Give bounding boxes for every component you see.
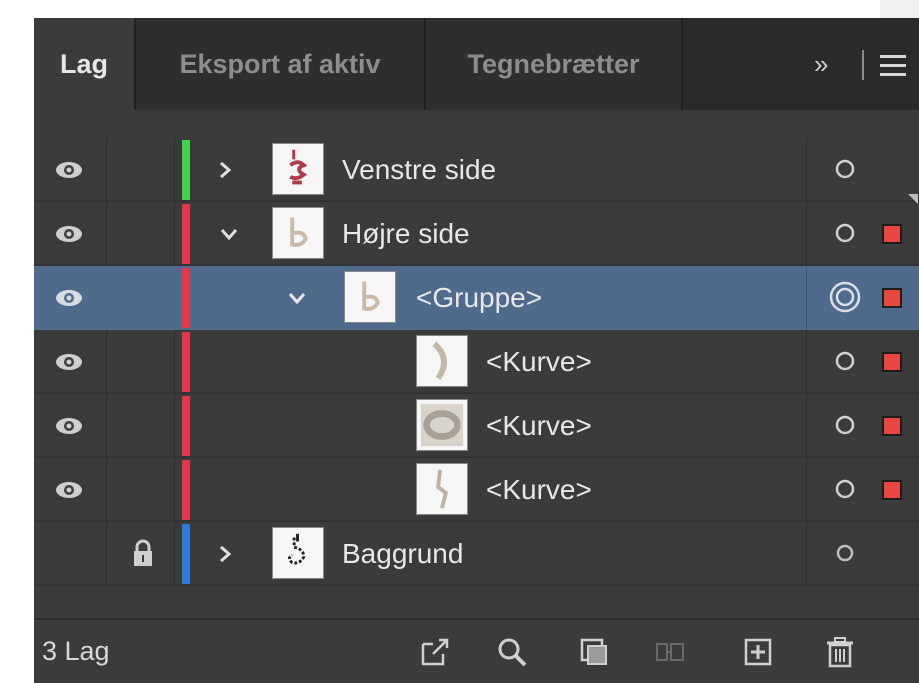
target-circle-icon[interactable]	[834, 478, 856, 500]
tab-bar: Lag Eksport af aktiv Tegnebrætter »	[34, 18, 919, 110]
target-selected-icon[interactable]	[828, 280, 862, 314]
layer-thumbnail	[272, 527, 324, 579]
window-top-edge	[0, 0, 919, 18]
layer-thumbnail	[416, 463, 468, 515]
arc-thumbnail	[432, 341, 447, 380]
layer-thumbnail	[416, 399, 468, 451]
chevron-right-icon[interactable]	[214, 159, 236, 181]
overflow-tabs-button[interactable]: »	[814, 18, 828, 110]
ring-thumbnail	[420, 403, 464, 447]
layer-row[interactable]: <Kurve>	[34, 330, 919, 394]
double-chevron-icon: »	[814, 48, 829, 79]
clipping-mask-icon[interactable]	[578, 636, 610, 668]
layer-color-bar	[182, 460, 190, 520]
visibility-eye-icon[interactable]	[54, 220, 84, 248]
layer-color-bar	[182, 524, 190, 584]
layer-row-selected[interactable]: <Gruppe>	[34, 266, 919, 330]
chevron-right-icon[interactable]	[214, 543, 236, 565]
layer-thumbnail	[272, 207, 324, 259]
red-glyph-thumbnail	[289, 149, 308, 185]
tab-eksport-af-aktiv[interactable]: Eksport af aktiv	[136, 18, 424, 110]
window-top-right-edge	[880, 0, 919, 18]
layer-name[interactable]: Venstre side	[342, 138, 496, 202]
target-circle-icon[interactable]	[834, 350, 856, 372]
tab-tegnebraetter[interactable]: Tegnebrætter	[426, 18, 681, 110]
selection-indicator[interactable]	[882, 288, 902, 308]
layer-name[interactable]: <Gruppe>	[416, 266, 542, 330]
stroke-thumbnail	[436, 469, 449, 509]
hamburger-menu-icon	[880, 55, 906, 76]
selection-indicator[interactable]	[882, 416, 902, 436]
layers-panel: Lag Eksport af aktiv Tegnebrætter » Vens…	[34, 18, 919, 683]
target-circle-icon[interactable]	[834, 414, 856, 436]
layer-name[interactable]: Højre side	[342, 202, 470, 266]
tab-lag[interactable]: Lag	[34, 18, 134, 110]
scroll-arrow-icon[interactable]	[908, 194, 918, 204]
collect-for-export-icon	[656, 643, 684, 661]
layer-row[interactable]: Baggrund	[34, 522, 919, 586]
tab-divider	[681, 18, 683, 110]
visibility-eye-icon[interactable]	[54, 412, 84, 440]
selection-indicator[interactable]	[882, 224, 902, 244]
visibility-eye-icon[interactable]	[54, 476, 84, 504]
target-circle-icon[interactable]	[834, 158, 856, 180]
tabbar-separator	[862, 50, 864, 80]
dotted-figure-thumbnail	[287, 533, 306, 565]
layer-color-bar	[182, 396, 190, 456]
lock-icon[interactable]	[132, 538, 154, 568]
selection-indicator[interactable]	[882, 352, 902, 372]
chevron-down-icon[interactable]	[218, 223, 240, 245]
layer-color-bar	[182, 140, 190, 200]
layer-color-bar	[182, 332, 190, 392]
curve-b-thumbnail	[362, 281, 380, 311]
visibility-eye-icon[interactable]	[54, 284, 84, 312]
curve-b-thumbnail	[290, 217, 308, 247]
layer-name[interactable]: <Kurve>	[486, 394, 592, 458]
visibility-eye-icon[interactable]	[54, 156, 84, 184]
export-icon[interactable]	[419, 636, 451, 668]
layer-count: 3 Lag	[42, 636, 110, 666]
layer-color-bar	[182, 268, 190, 328]
layer-name[interactable]: <Kurve>	[486, 458, 592, 522]
layer-thumbnail	[344, 271, 396, 323]
target-circle-icon[interactable]	[834, 222, 856, 244]
chevron-down-icon[interactable]	[286, 287, 308, 309]
layer-row[interactable]: Venstre side	[34, 138, 919, 202]
layer-name[interactable]: <Kurve>	[486, 330, 592, 394]
search-icon[interactable]	[496, 636, 528, 668]
trash-icon[interactable]	[824, 636, 856, 668]
layer-thumbnail	[272, 143, 324, 195]
panel-menu-button[interactable]	[878, 52, 908, 78]
layer-name[interactable]: Baggrund	[342, 522, 463, 586]
target-circle-icon[interactable]	[834, 542, 856, 564]
new-layer-icon[interactable]	[742, 636, 774, 668]
visibility-eye-icon[interactable]	[54, 348, 84, 376]
layer-color-bar	[182, 204, 190, 264]
layer-row[interactable]: <Kurve>	[34, 458, 919, 522]
layer-row[interactable]: Højre side	[34, 202, 919, 266]
panel-footer: 3 Lag	[34, 618, 919, 683]
selection-indicator[interactable]	[882, 480, 902, 500]
layer-thumbnail	[416, 335, 468, 387]
layer-row[interactable]: <Kurve>	[34, 394, 919, 458]
